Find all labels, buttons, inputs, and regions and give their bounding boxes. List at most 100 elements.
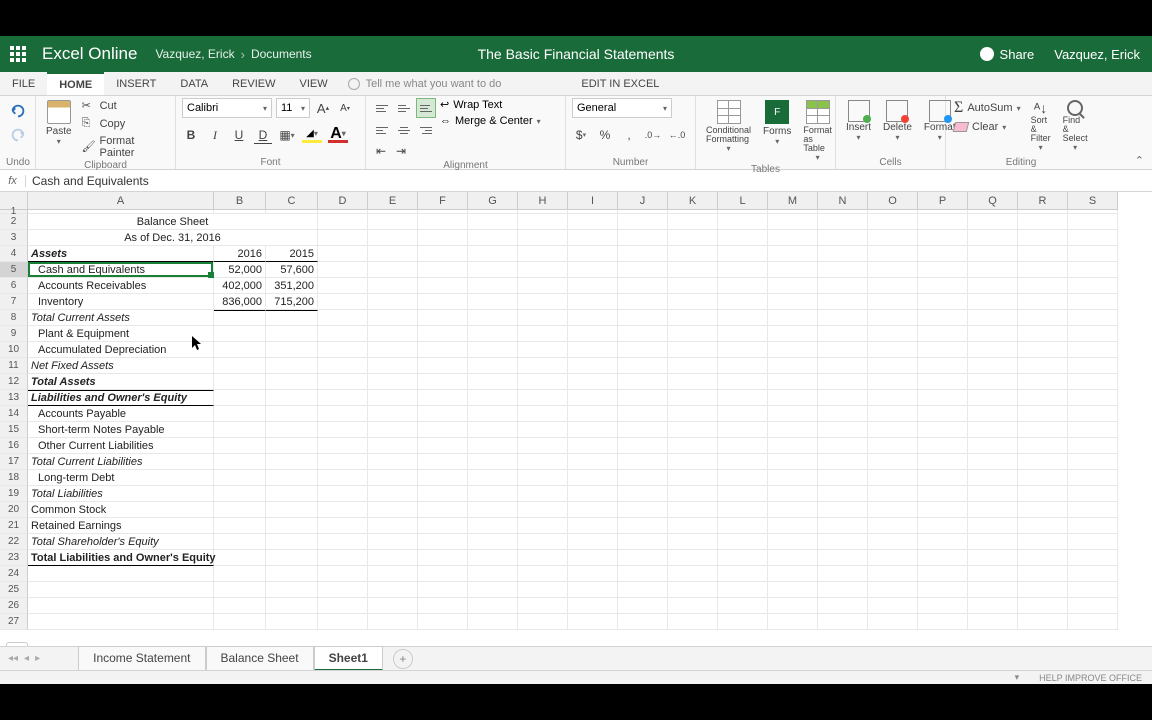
- cell-J12[interactable]: [618, 374, 668, 390]
- cell-E25[interactable]: [368, 582, 418, 598]
- col-header-F[interactable]: F: [418, 192, 468, 210]
- cell-N13[interactable]: [818, 390, 868, 406]
- cell-S26[interactable]: [1068, 598, 1118, 614]
- cell-F25[interactable]: [418, 582, 468, 598]
- cell-D22[interactable]: [318, 534, 368, 550]
- cell-Q19[interactable]: [968, 486, 1018, 502]
- cell-R12[interactable]: [1018, 374, 1068, 390]
- cell-L26[interactable]: [718, 598, 768, 614]
- cell-H19[interactable]: [518, 486, 568, 502]
- cell-G22[interactable]: [468, 534, 518, 550]
- cell-N25[interactable]: [818, 582, 868, 598]
- cell-F17[interactable]: [418, 454, 468, 470]
- cell-B11[interactable]: [214, 358, 266, 374]
- cell-E18[interactable]: [368, 470, 418, 486]
- cell-C19[interactable]: [266, 486, 318, 502]
- cell-E23[interactable]: [368, 550, 418, 566]
- cell-D3[interactable]: [318, 230, 368, 246]
- cell-J4[interactable]: [618, 246, 668, 262]
- cell-A11[interactable]: Net Fixed Assets: [28, 358, 214, 374]
- cell-Q15[interactable]: [968, 422, 1018, 438]
- cell-G2[interactable]: [468, 214, 518, 230]
- cell-L3[interactable]: [718, 230, 768, 246]
- cell-H9[interactable]: [518, 326, 568, 342]
- decrease-indent-button[interactable]: ⇤: [372, 142, 390, 160]
- cell-K20[interactable]: [668, 502, 718, 518]
- cell-M22[interactable]: [768, 534, 818, 550]
- cell-K21[interactable]: [668, 518, 718, 534]
- cell-D17[interactable]: [318, 454, 368, 470]
- cell-S19[interactable]: [1068, 486, 1118, 502]
- cell-F11[interactable]: [418, 358, 468, 374]
- cell-R4[interactable]: [1018, 246, 1068, 262]
- cell-D6[interactable]: [318, 278, 368, 294]
- breadcrumb-folder[interactable]: Documents: [251, 47, 312, 61]
- row-header-11[interactable]: 11: [0, 358, 28, 374]
- cell-O9[interactable]: [868, 326, 918, 342]
- cell-J20[interactable]: [618, 502, 668, 518]
- cell-I11[interactable]: [568, 358, 618, 374]
- cell-B8[interactable]: [214, 310, 266, 326]
- cell-D18[interactable]: [318, 470, 368, 486]
- cell-H26[interactable]: [518, 598, 568, 614]
- cell-F13[interactable]: [418, 390, 468, 406]
- cell-O15[interactable]: [868, 422, 918, 438]
- cell-R14[interactable]: [1018, 406, 1068, 422]
- cell-P16[interactable]: [918, 438, 968, 454]
- cell-F16[interactable]: [418, 438, 468, 454]
- cell-S24[interactable]: [1068, 566, 1118, 582]
- cell-F23[interactable]: [418, 550, 468, 566]
- help-improve-link[interactable]: HELP IMPROVE OFFICE: [1039, 673, 1142, 683]
- cell-C21[interactable]: [266, 518, 318, 534]
- cell-K12[interactable]: [668, 374, 718, 390]
- cell-I22[interactable]: [568, 534, 618, 550]
- cell-P26[interactable]: [918, 598, 968, 614]
- cell-M4[interactable]: [768, 246, 818, 262]
- cell-B25[interactable]: [214, 582, 266, 598]
- cell-S18[interactable]: [1068, 470, 1118, 486]
- cell-K7[interactable]: [668, 294, 718, 310]
- cell-C13[interactable]: [266, 390, 318, 406]
- cell-O18[interactable]: [868, 470, 918, 486]
- cell-M16[interactable]: [768, 438, 818, 454]
- cell-H24[interactable]: [518, 566, 568, 582]
- cell-D26[interactable]: [318, 598, 368, 614]
- cell-L27[interactable]: [718, 614, 768, 630]
- cell-O12[interactable]: [868, 374, 918, 390]
- cell-S2[interactable]: [1068, 214, 1118, 230]
- cell-C6[interactable]: 351,200: [266, 278, 318, 294]
- cell-K17[interactable]: [668, 454, 718, 470]
- cell-B13[interactable]: [214, 390, 266, 406]
- cell-C10[interactable]: [266, 342, 318, 358]
- cell-M12[interactable]: [768, 374, 818, 390]
- cell-D12[interactable]: [318, 374, 368, 390]
- col-header-G[interactable]: G: [468, 192, 518, 210]
- bold-button[interactable]: B: [182, 126, 200, 144]
- cell-B17[interactable]: [214, 454, 266, 470]
- cell-Q11[interactable]: [968, 358, 1018, 374]
- cell-G9[interactable]: [468, 326, 518, 342]
- cell-P27[interactable]: [918, 614, 968, 630]
- cell-S17[interactable]: [1068, 454, 1118, 470]
- cell-K26[interactable]: [668, 598, 718, 614]
- cell-G17[interactable]: [468, 454, 518, 470]
- cell-R10[interactable]: [1018, 342, 1068, 358]
- cell-G4[interactable]: [468, 246, 518, 262]
- cell-J10[interactable]: [618, 342, 668, 358]
- conditional-formatting-button[interactable]: Conditional Formatting▾: [702, 98, 755, 155]
- cell-O11[interactable]: [868, 358, 918, 374]
- cell-J19[interactable]: [618, 486, 668, 502]
- cell-L18[interactable]: [718, 470, 768, 486]
- cell-F12[interactable]: [418, 374, 468, 390]
- cell-S16[interactable]: [1068, 438, 1118, 454]
- cell-L2[interactable]: [718, 214, 768, 230]
- cell-C9[interactable]: [266, 326, 318, 342]
- cell-M11[interactable]: [768, 358, 818, 374]
- cell-H11[interactable]: [518, 358, 568, 374]
- cell-Q9[interactable]: [968, 326, 1018, 342]
- cell-H17[interactable]: [518, 454, 568, 470]
- cell-N12[interactable]: [818, 374, 868, 390]
- cell-K19[interactable]: [668, 486, 718, 502]
- cell-A10[interactable]: Accumulated Depreciation: [28, 342, 214, 358]
- cell-Q6[interactable]: [968, 278, 1018, 294]
